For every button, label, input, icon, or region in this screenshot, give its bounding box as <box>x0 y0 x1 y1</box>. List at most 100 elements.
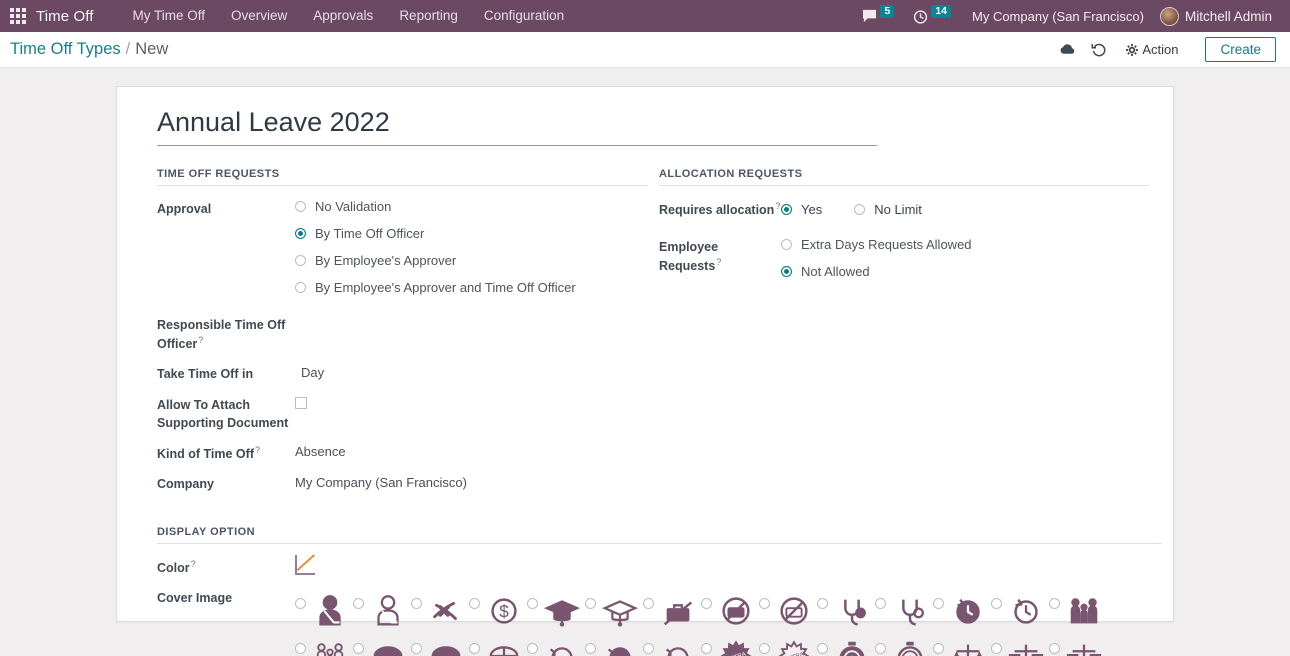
cover-image-option-1[interactable] <box>353 588 411 633</box>
radio-cover-image-17[interactable] <box>469 643 480 655</box>
radio-cover-image-27[interactable] <box>1049 643 1060 655</box>
cover-image-option-24[interactable]: $ <box>875 633 933 656</box>
cover-image-option-11[interactable] <box>933 588 991 633</box>
help-tip-employee-requests[interactable]: ? <box>716 257 721 267</box>
extra-burst-outline-icon[interactable]: EXTRA <box>775 635 813 656</box>
cover-image-option-10[interactable] <box>875 588 933 633</box>
cover-image-option-6[interactable] <box>643 588 701 633</box>
cover-image-option-13[interactable] <box>1049 588 1107 633</box>
radio-by-time-off-officer[interactable] <box>295 228 306 239</box>
breadcrumb-time-off-types[interactable]: Time Off Types <box>10 40 121 59</box>
radio-cover-image-10[interactable] <box>875 598 886 610</box>
radio-cover-image-11[interactable] <box>933 598 944 610</box>
nav-item-approvals[interactable]: Approvals <box>300 0 386 32</box>
cover-image-option-17[interactable] <box>469 633 527 656</box>
cover-image-option-21[interactable]: EXTRA <box>701 633 759 656</box>
cover-image-option-26[interactable] <box>991 633 1049 656</box>
radio-by-employees-approver[interactable] <box>295 255 306 266</box>
extra-burst-filled-icon[interactable]: EXTRA <box>717 635 755 656</box>
dollar-stopwatch-filled-icon[interactable]: $ <box>833 635 871 656</box>
stroller-line-icon[interactable] <box>659 635 697 656</box>
discard-changes-button[interactable] <box>1085 37 1113 63</box>
arm-sling-person-outline-icon[interactable] <box>369 590 407 632</box>
balance-scale-filled-icon[interactable] <box>1007 635 1045 656</box>
radio-cover-image-20[interactable] <box>643 643 654 655</box>
record-name-input[interactable] <box>157 107 877 146</box>
radio-option-no-validation[interactable]: No Validation <box>295 199 576 214</box>
radio-label-extra-days-allowed[interactable]: Extra Days Requests Allowed <box>801 237 972 252</box>
cover-image-option-20[interactable] <box>643 633 701 656</box>
radio-cover-image-26[interactable] <box>991 643 1002 655</box>
nav-item-configuration[interactable]: Configuration <box>471 0 577 32</box>
cover-image-option-0[interactable] <box>295 588 353 633</box>
radio-cover-image-21[interactable] <box>701 643 712 655</box>
radio-not-allowed[interactable] <box>781 266 792 278</box>
cover-image-option-23[interactable]: $ <box>817 633 875 656</box>
no-briefcase-outline-icon[interactable] <box>775 590 813 632</box>
save-record-button[interactable] <box>1053 37 1081 63</box>
radio-cover-image-4[interactable] <box>527 598 538 610</box>
cover-image-option-27[interactable] <box>1049 633 1107 656</box>
radio-cover-image-14[interactable] <box>295 643 306 655</box>
cover-image-option-4[interactable] <box>527 588 585 633</box>
radio-cover-image-5[interactable] <box>585 598 596 610</box>
radio-cover-image-0[interactable] <box>295 598 306 610</box>
cover-image-option-7[interactable] <box>701 588 759 633</box>
balance-scale-outline-icon[interactable] <box>1065 635 1103 656</box>
radio-cover-image-24[interactable] <box>875 643 886 655</box>
field-value-take-time-off-in[interactable]: Day <box>295 364 324 383</box>
user-menu[interactable]: Mitchell Admin <box>1156 6 1278 26</box>
balance-scale-unbalanced-icon[interactable] <box>949 635 987 656</box>
help-tip-requires-allocation[interactable]: ? <box>775 201 780 211</box>
help-tip-responsible-officer[interactable]: ? <box>198 335 203 345</box>
clock-rewind-outline-icon[interactable] <box>1007 590 1045 632</box>
beach-umbrella-filled-icon[interactable] <box>427 635 465 656</box>
apps-menu-icon[interactable] <box>10 8 26 24</box>
radio-cover-image-25[interactable] <box>933 643 944 655</box>
stethoscope-filled-icon[interactable] <box>833 590 871 632</box>
radio-label-not-allowed[interactable]: Not Allowed <box>801 264 870 279</box>
radio-cover-image-3[interactable] <box>469 598 480 610</box>
radio-option-not-allowed[interactable]: Not Allowed <box>781 264 972 279</box>
radio-cover-image-1[interactable] <box>353 598 364 610</box>
radio-cover-image-12[interactable] <box>991 598 1002 610</box>
radio-cover-image-8[interactable] <box>759 598 770 610</box>
radio-cover-image-19[interactable] <box>585 643 596 655</box>
field-value-company[interactable]: My Company (San Francisco) <box>295 474 467 493</box>
radio-option-by-employees-approver[interactable]: By Employee's Approver <box>295 253 576 268</box>
checkbox-allow-attach-document[interactable] <box>295 396 307 409</box>
dollar-stopwatch-outline-icon[interactable]: $ <box>891 635 929 656</box>
cover-image-option-25[interactable] <box>933 633 991 656</box>
help-tip-color[interactable]: ? <box>191 559 196 569</box>
radio-cover-image-23[interactable] <box>817 643 828 655</box>
cover-image-option-18[interactable] <box>527 633 585 656</box>
radio-no-validation[interactable] <box>295 201 306 212</box>
radio-option-by-approver-and-officer[interactable]: By Employee's Approver and Time Off Offi… <box>295 280 576 295</box>
radio-cover-image-6[interactable] <box>643 598 654 610</box>
stethoscope-outline-icon[interactable] <box>891 590 929 632</box>
graduation-cap-filled-icon[interactable] <box>543 590 581 632</box>
action-menu-button[interactable]: Action <box>1117 39 1187 60</box>
radio-cover-image-13[interactable] <box>1049 598 1060 610</box>
briefcase-slash-icon[interactable] <box>659 590 697 632</box>
nav-item-my-time-off[interactable]: My Time Off <box>119 0 218 32</box>
radio-label-requires-allocation-no-limit[interactable]: No Limit <box>874 202 922 217</box>
cover-image-option-5[interactable] <box>585 588 643 633</box>
messages-menu[interactable]: 5 <box>854 0 903 32</box>
cover-image-option-9[interactable] <box>817 588 875 633</box>
cover-image-option-19[interactable] <box>585 633 643 656</box>
family-outline-icon[interactable] <box>311 635 349 656</box>
radio-requires-allocation-yes[interactable] <box>781 203 792 215</box>
radio-label-by-time-off-officer[interactable]: By Time Off Officer <box>315 226 424 241</box>
cover-image-option-22[interactable]: EXTRA <box>759 633 817 656</box>
radio-label-by-employees-approver[interactable]: By Employee's Approver <box>315 253 456 268</box>
radio-label-by-approver-and-officer[interactable]: By Employee's Approver and Time Off Offi… <box>315 280 576 295</box>
cover-image-option-3[interactable]: $ <box>469 588 527 633</box>
cover-image-option-8[interactable] <box>759 588 817 633</box>
color-picker-swatch[interactable] <box>295 555 315 576</box>
radio-option-extra-days-allowed[interactable]: Extra Days Requests Allowed <box>781 237 972 252</box>
activities-menu[interactable]: 14 <box>905 0 960 32</box>
help-tip-kind-of-time-off[interactable]: ? <box>255 445 260 455</box>
field-value-kind-of-time-off[interactable]: Absence <box>295 443 346 463</box>
radio-cover-image-16[interactable] <box>411 643 422 655</box>
